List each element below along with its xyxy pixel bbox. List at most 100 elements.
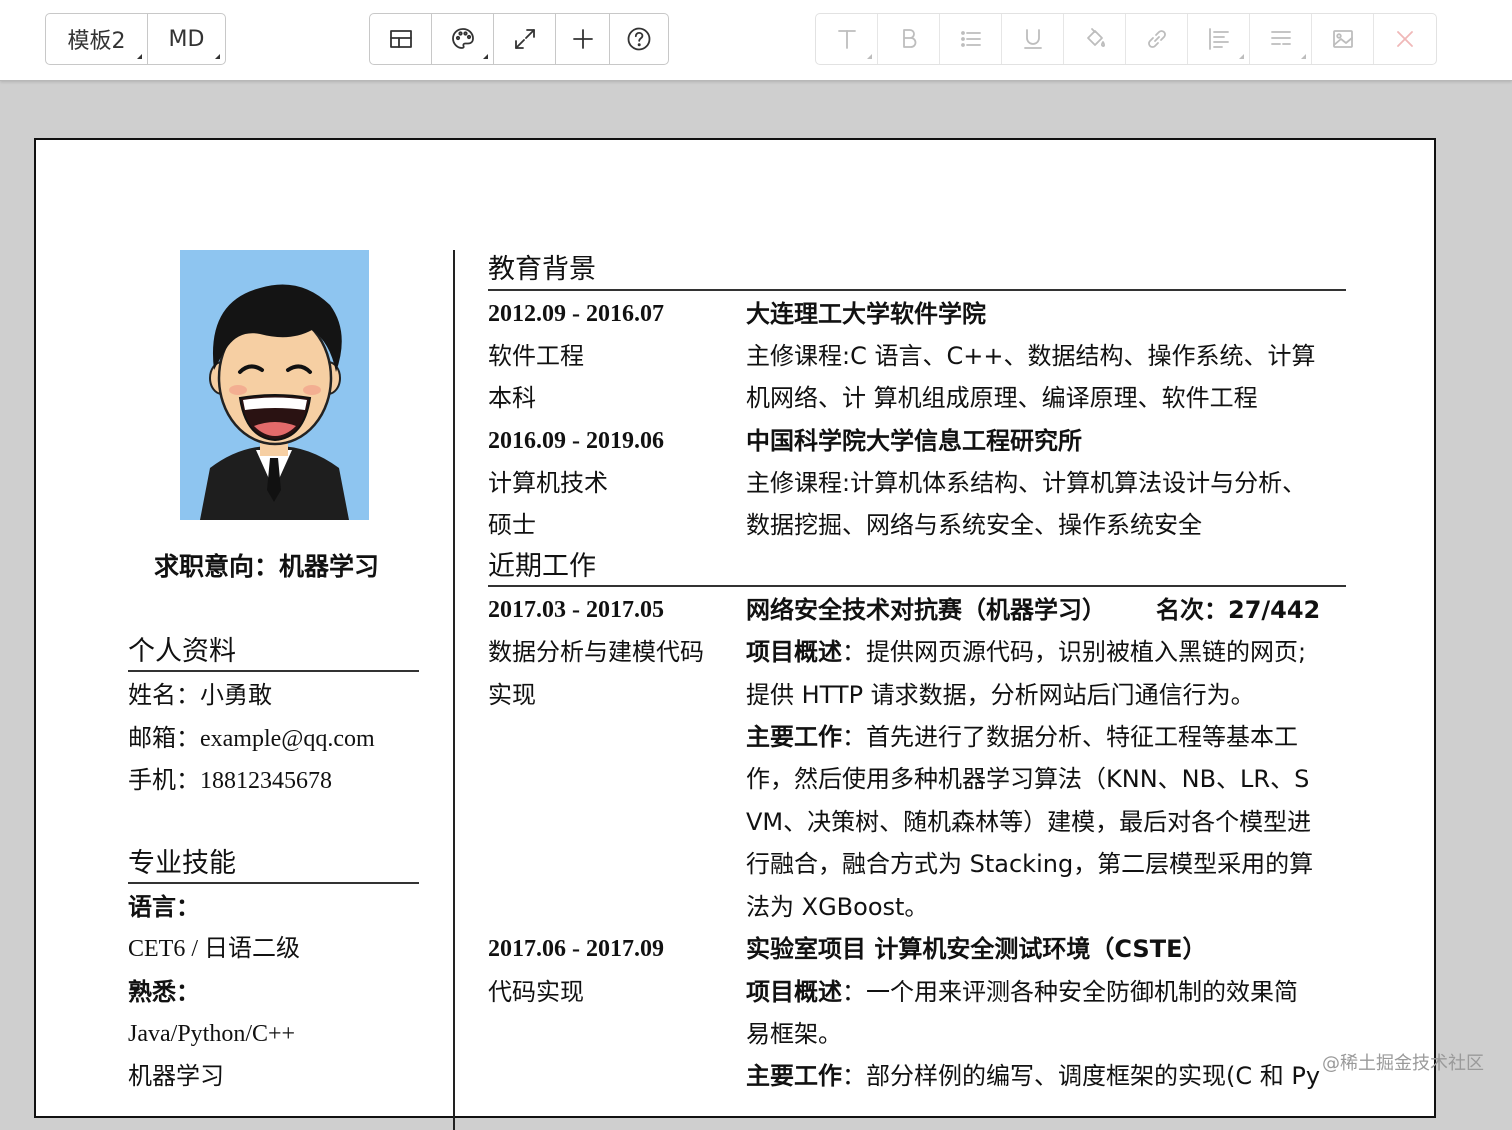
- avatar-illustration: [180, 250, 369, 520]
- email-label: 邮箱：: [128, 724, 200, 752]
- align-icon: [1208, 28, 1229, 50]
- phone-value: 18812345678: [200, 768, 332, 794]
- close-button[interactable]: [1374, 14, 1436, 64]
- image-icon: [1332, 30, 1353, 48]
- work-role-2: 代码实现: [488, 978, 584, 1006]
- phone-label: 手机：: [128, 766, 200, 794]
- work-date-1: 2017.03 - 2017.05: [488, 597, 664, 623]
- work-main-1c: VM、决策树、随机森林等）建模，最后对各个模型进: [746, 808, 1312, 836]
- editor-toolbar: 模板2 MD: [0, 0, 1512, 81]
- help-button[interactable]: [610, 14, 668, 64]
- familiar-value-1: Java/Python/C++: [128, 1021, 296, 1047]
- profile-divider: [128, 670, 419, 672]
- edu-date-2: 2016.09 - 2019.06: [488, 428, 664, 454]
- edu-degree-1: 本科: [488, 384, 536, 412]
- edu-degree-2: 硕士: [488, 511, 536, 539]
- resume-page: 求职意向：机器学习 个人资料 姓名：小勇敢 邮箱：example@qq.com …: [34, 138, 1436, 1130]
- work-section-title: 近期工作: [488, 551, 596, 582]
- edu-courses-2a: 主修课程:计算机体系结构、计算机算法设计与分析、: [746, 469, 1307, 497]
- add-button[interactable]: [556, 14, 610, 64]
- education-divider: [488, 289, 1346, 291]
- language-value: CET6 / 日语二级: [128, 936, 300, 962]
- overview-label: 项目概述: [746, 638, 842, 666]
- work-rank-1: 名次：27/442: [1156, 596, 1321, 624]
- work-divider: [488, 585, 1346, 587]
- familiar-label: 熟悉：: [128, 978, 200, 1006]
- familiar-value-2: 机器学习: [128, 1062, 224, 1090]
- layout-icon: [389, 30, 412, 48]
- profile-section-title: 个人资料: [128, 636, 236, 667]
- bold-icon: [902, 29, 916, 48]
- text-icon: [837, 30, 856, 49]
- work-overview-1a: 项目概述：提供网页源代码，识别被植入黑链的网页;: [746, 637, 1306, 667]
- main-work-label: 主要工作: [746, 1062, 842, 1090]
- edu-courses-1a: 主修课程:C 语言、C++、数据结构、操作系统、计算: [746, 342, 1316, 370]
- image-button[interactable]: [1312, 14, 1374, 64]
- watermark: @稀土掘金技术社区: [1322, 1053, 1484, 1074]
- edu-courses-2b: 数据挖掘、网络与系统安全、操作系统安全: [746, 511, 1202, 539]
- md-button[interactable]: MD: [148, 14, 225, 64]
- view-button-group: [369, 13, 669, 65]
- text-button[interactable]: [816, 14, 878, 64]
- work-main-2a: 主要工作：部分样例的编写、调度框架的实现(C 和 Py: [746, 1061, 1320, 1091]
- work-role-1a: 数据分析与建模代码: [488, 638, 704, 666]
- skills-divider: [128, 882, 419, 884]
- edu-major-2: 计算机技术: [488, 469, 608, 497]
- edu-school-2: 中国科学院大学信息工程研究所: [746, 427, 1082, 455]
- work-main-1e: 法为 XGBoost。: [746, 893, 929, 921]
- email-value[interactable]: example@qq.com: [200, 726, 375, 752]
- work-role-1b: 实现: [488, 681, 536, 709]
- plus-icon: [572, 29, 593, 49]
- main-work-text: ：部分样例的编写、调度框架的实现(C 和 Py: [842, 1062, 1321, 1090]
- layout-button[interactable]: [370, 14, 432, 64]
- name-label: 姓名：: [128, 681, 200, 709]
- education-section-title: 教育背景: [488, 254, 596, 285]
- main-work-label: 主要工作: [746, 723, 842, 751]
- template-button-group: 模板2 MD: [45, 13, 226, 65]
- language-label: 语言：: [128, 893, 200, 921]
- theme-button[interactable]: [432, 14, 494, 64]
- work-heading-1: 网络安全技术对抗赛（机器学习）: [746, 596, 1106, 624]
- avatar[interactable]: [180, 250, 369, 520]
- profile-name-row: 姓名：小勇敢: [128, 680, 272, 710]
- overview-label: 项目概述: [746, 978, 842, 1006]
- edu-date-1: 2012.09 - 2016.07: [488, 301, 664, 327]
- main-work-text: ：首先进行了数据分析、特征工程等基本工: [842, 723, 1298, 751]
- underline-button[interactable]: [1002, 14, 1064, 64]
- skills-section-title: 专业技能: [128, 848, 236, 879]
- edu-major-1: 软件工程: [488, 342, 584, 370]
- link-icon: [1147, 30, 1166, 48]
- edu-school-1: 大连理工大学软件学院: [746, 300, 986, 328]
- fill-button[interactable]: [1064, 14, 1126, 64]
- line-spacing-button[interactable]: [1250, 14, 1312, 64]
- profile-phone-row: 手机：18812345678: [128, 765, 332, 796]
- palette-icon: [451, 28, 474, 49]
- template-button[interactable]: 模板2: [46, 14, 148, 64]
- help-icon: [627, 27, 651, 51]
- work-main-1a: 主要工作：首先进行了数据分析、特征工程等基本工: [746, 722, 1298, 752]
- link-button[interactable]: [1126, 14, 1188, 64]
- job-objective: 求职意向：机器学习: [154, 552, 380, 581]
- overview-text: ：一个用来评测各种安全防御机制的效果简: [842, 978, 1298, 1006]
- line-spacing-icon: [1270, 31, 1291, 45]
- align-button[interactable]: [1188, 14, 1250, 64]
- overview-text: ：提供网页源代码，识别被植入黑链的网页;: [842, 638, 1307, 666]
- bold-button[interactable]: [878, 14, 940, 64]
- work-overview-2a: 项目概述：一个用来评测各种安全防御机制的效果简: [746, 977, 1298, 1007]
- close-icon: [1397, 31, 1413, 47]
- format-button-group: [815, 13, 1437, 65]
- name-value: 小勇敢: [200, 681, 272, 709]
- work-overview-2b: 易框架。: [746, 1020, 842, 1048]
- work-overview-1b: 提供 HTTP 请求数据，分析网站后门通信行为。: [746, 681, 1255, 709]
- work-main-1d: 行融合，融合方式为 Stacking，第二层模型采用的算: [746, 850, 1314, 878]
- fullscreen-icon: [514, 29, 535, 49]
- fullscreen-button[interactable]: [494, 14, 556, 64]
- work-main-1b: 作，然后使用多种机器学习算法（KNN、NB、LR、S: [746, 765, 1310, 793]
- edu-courses-1b: 机网络、计 算机组成原理、编译原理、软件工程: [746, 384, 1258, 412]
- column-divider: [453, 250, 455, 1130]
- underline-icon: [1023, 29, 1042, 49]
- work-date-2: 2017.06 - 2017.09: [488, 936, 664, 962]
- work-heading-2: 实验室项目 计算机安全测试环境（CSTE）: [746, 935, 1207, 963]
- list-button[interactable]: [940, 14, 1002, 64]
- list-icon: [960, 31, 981, 47]
